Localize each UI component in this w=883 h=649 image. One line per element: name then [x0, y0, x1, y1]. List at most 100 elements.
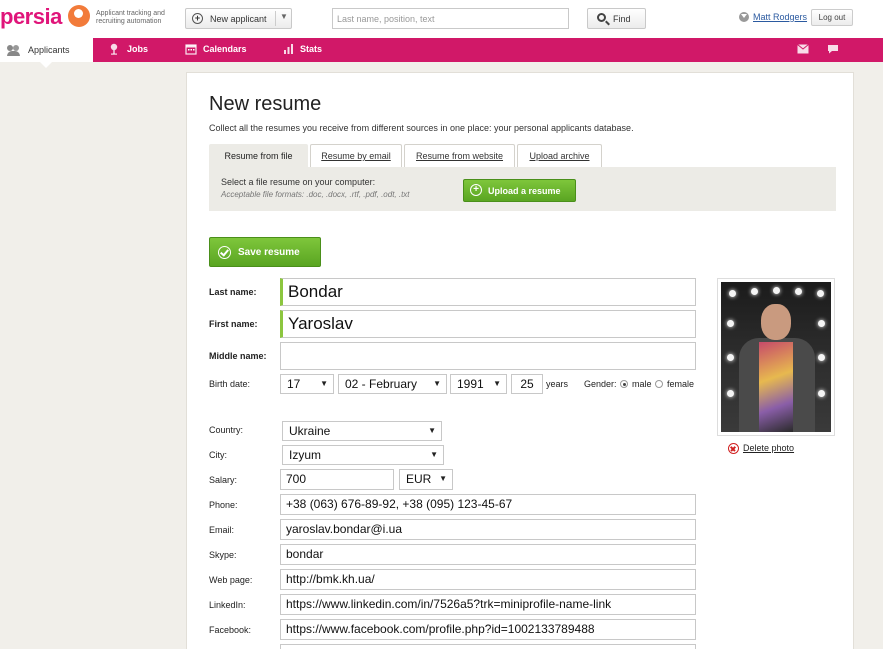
skype-label: Skype:: [209, 550, 237, 560]
save-resume-button[interactable]: Save resume: [209, 237, 321, 267]
gender-female-radio[interactable]: [655, 380, 663, 388]
upload-formats: Acceptable file formats: .doc, .docx, .r…: [221, 190, 410, 199]
active-pointer: [40, 62, 52, 68]
main-nav: Applicants Jobs Calendars Stats: [0, 38, 883, 68]
birth-month-select[interactable]: 02 - February ▼: [338, 374, 447, 394]
email-label: Email:: [209, 525, 235, 535]
tab-resume-from-website[interactable]: Resume from website: [404, 144, 515, 167]
salary-field[interactable]: 700: [280, 469, 394, 490]
photo-light: [818, 320, 825, 327]
country-select[interactable]: Ukraine ▼: [282, 421, 442, 441]
phone-label: Phone:: [209, 500, 238, 510]
plus-icon: +: [470, 184, 482, 196]
last-name-label: Last name:: [209, 287, 257, 297]
chevron-down-icon: ▼: [493, 379, 501, 388]
chevron-down-icon: ▼: [439, 474, 447, 483]
photo-light: [729, 290, 736, 297]
webpage-label: Web page:: [209, 575, 253, 585]
nav-item-label: Jobs: [127, 44, 149, 54]
photo-light: [795, 288, 802, 295]
birth-month-value: 02 - February: [345, 377, 418, 391]
linkedin-label: LinkedIn:: [209, 600, 246, 610]
search-icon: [597, 13, 606, 22]
new-applicant-button[interactable]: + New applicant ▼: [185, 8, 292, 29]
gender-label: Gender:: [584, 379, 617, 389]
upload-resume-button[interactable]: + Upload a resume: [463, 179, 576, 202]
mail-icon[interactable]: [797, 44, 809, 54]
logout-button[interactable]: Log out: [811, 9, 853, 26]
jobs-icon: [110, 43, 118, 55]
skype-field[interactable]: bondar: [280, 544, 696, 565]
facebook-label: Facebook:: [209, 625, 252, 635]
delete-photo-link[interactable]: Delete photo: [728, 443, 794, 454]
resume-panel: New resume Collect all the resumes you r…: [186, 72, 854, 649]
email-field[interactable]: yaroslav.bondar@i.ua: [280, 519, 696, 540]
photo-image: [721, 282, 831, 432]
currency-select[interactable]: EUR ▼: [399, 469, 453, 490]
city-label: City:: [209, 450, 227, 460]
country-value: Ukraine: [289, 424, 331, 438]
logo[interactable]: persia: [0, 4, 62, 30]
photo-light: [818, 390, 825, 397]
upload-resume-label: Upload a resume: [488, 186, 561, 196]
logo-mark-icon: [68, 5, 90, 27]
save-resume-label: Save resume: [238, 247, 300, 258]
chevron-down-icon: ▼: [433, 379, 441, 388]
new-applicant-label: New applicant: [210, 14, 267, 24]
plus-icon: +: [192, 13, 203, 24]
birth-day-select[interactable]: 17 ▼: [280, 374, 334, 394]
birth-year-select[interactable]: 1991 ▼: [450, 374, 507, 394]
city-select[interactable]: Izyum ▼: [282, 445, 444, 465]
last-name-field[interactable]: Bondar: [280, 278, 696, 306]
check-icon: [218, 246, 231, 259]
first-name-label: First name:: [209, 319, 258, 329]
facebook-field[interactable]: https://www.facebook.com/profile.php?id=…: [280, 619, 696, 640]
phone-field[interactable]: +38 (063) 676-89-92, +38 (095) 123-45-67: [280, 494, 696, 515]
birth-date-label: Birth date:: [209, 379, 251, 389]
photo-light: [817, 290, 824, 297]
birth-year-value: 1991: [457, 377, 484, 391]
tagline: Applicant tracking and recruiting automa…: [96, 10, 165, 25]
upload-section: Select a file resume on your computer: A…: [209, 167, 836, 211]
next-field[interactable]: [280, 644, 696, 649]
currency-value: EUR: [406, 472, 432, 486]
years-label: years: [546, 379, 569, 389]
divider: [275, 11, 276, 26]
chevron-down-icon: ▼: [430, 450, 438, 459]
age-field[interactable]: 25: [511, 374, 543, 394]
search-input[interactable]: Last name, position, text: [332, 8, 569, 29]
applicant-photo[interactable]: [717, 278, 835, 436]
nav-item-label: Calendars: [203, 44, 247, 54]
nav-item-label: Applicants: [28, 45, 70, 55]
calendar-icon: [185, 44, 197, 55]
top-bar: persia Applicant tracking and recruiting…: [0, 0, 883, 38]
nav-item-label: Stats: [300, 44, 323, 54]
chevron-down-icon: ▼: [428, 426, 436, 435]
chat-icon[interactable]: [827, 44, 839, 54]
linkedin-field[interactable]: https://www.linkedin.com/in/7526a5?trk=m…: [280, 594, 696, 615]
tab-resume-by-email[interactable]: Resume by email: [310, 144, 402, 167]
upload-instruction: Select a file resume on your computer:: [221, 177, 376, 187]
tab-resume-from-file[interactable]: Resume from file: [209, 144, 308, 167]
gender-male-radio[interactable]: [620, 380, 628, 388]
find-button[interactable]: Find: [587, 8, 646, 29]
salary-label: Salary:: [209, 475, 238, 485]
middle-name-field[interactable]: [280, 342, 696, 370]
city-value: Izyum: [289, 448, 322, 462]
find-label: Find: [613, 14, 631, 24]
webpage-field[interactable]: http://bmk.kh.ua/: [280, 569, 696, 590]
first-name-field[interactable]: Yaroslav: [280, 310, 696, 338]
user-menu-icon[interactable]: [739, 12, 749, 22]
gender-female-label: female: [667, 379, 695, 389]
tab-upload-archive[interactable]: Upload archive: [517, 144, 602, 167]
nav-item-applicants[interactable]: Applicants: [0, 38, 93, 68]
delete-icon: [728, 443, 739, 454]
users-icon: [7, 45, 21, 56]
user-name-link[interactable]: Matt Rodgers: [753, 12, 807, 22]
photo-light: [727, 320, 734, 327]
chevron-down-icon[interactable]: ▼: [280, 12, 288, 21]
photo-light: [773, 287, 780, 294]
photo-light: [727, 390, 734, 397]
photo-light: [818, 354, 825, 361]
page-title: New resume: [209, 93, 322, 115]
